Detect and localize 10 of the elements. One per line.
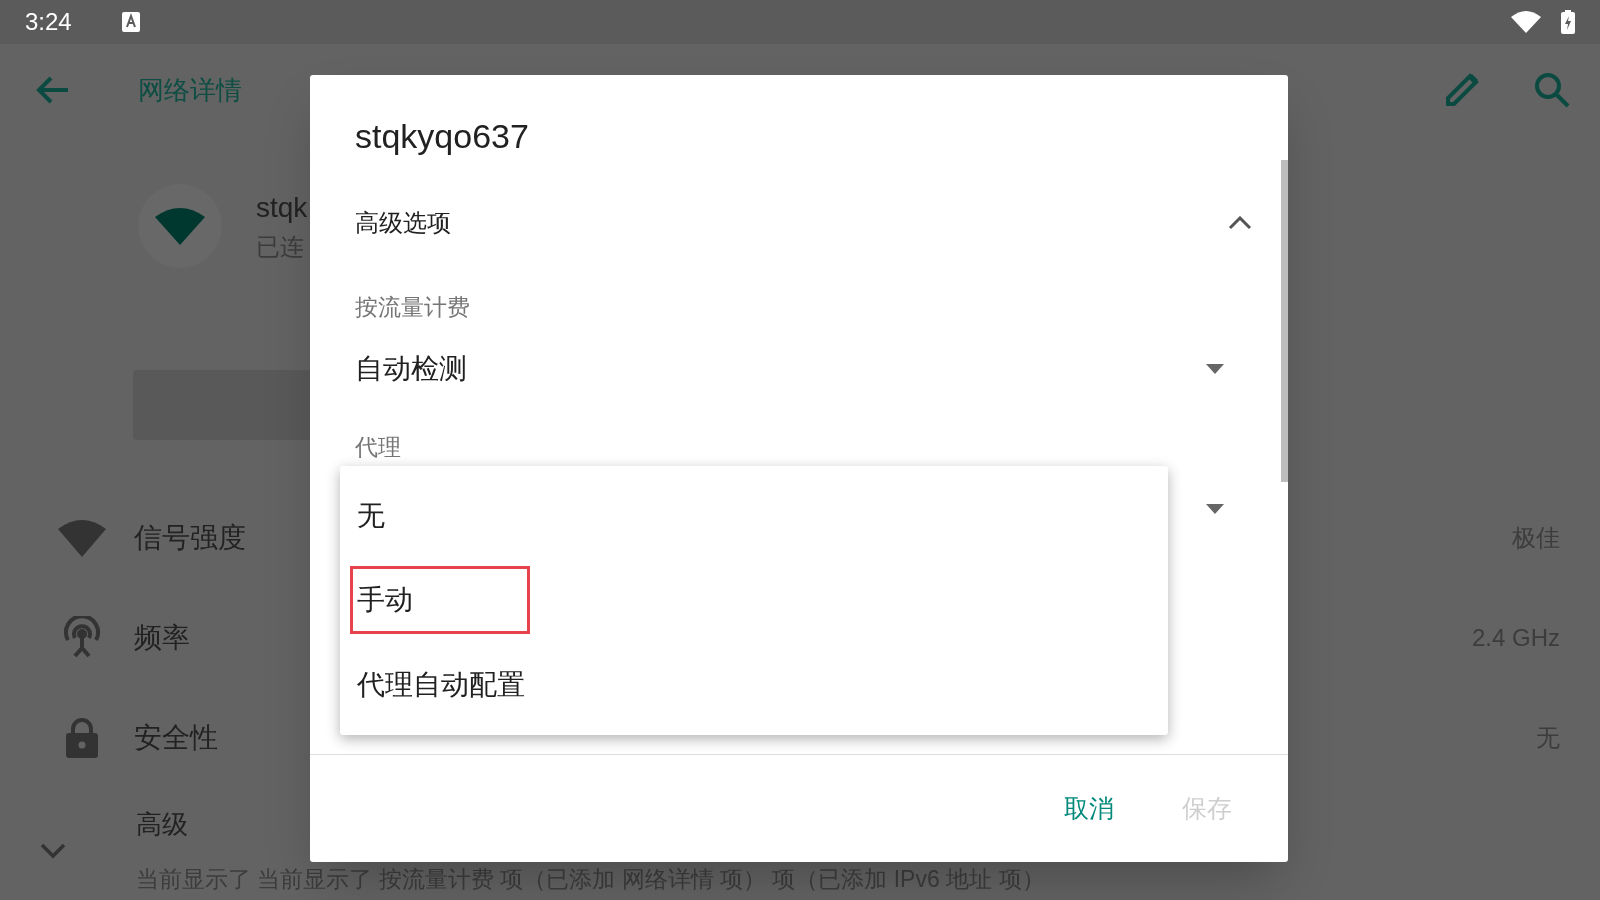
page-title: 网络详情 <box>138 73 242 107</box>
detail-label: 安全性 <box>134 721 218 755</box>
field-label: 代理 <box>355 433 402 462</box>
status-time: 3:24 <box>25 7 72 37</box>
detail-label: 频率 <box>134 621 190 655</box>
field-label: 按流量计费 <box>355 293 471 322</box>
network-name: stqk <box>256 191 308 225</box>
detail-label: 信号强度 <box>134 521 246 555</box>
advanced-label: 高级 <box>136 808 189 840</box>
dialog-title: stqkyqo637 <box>355 116 530 157</box>
